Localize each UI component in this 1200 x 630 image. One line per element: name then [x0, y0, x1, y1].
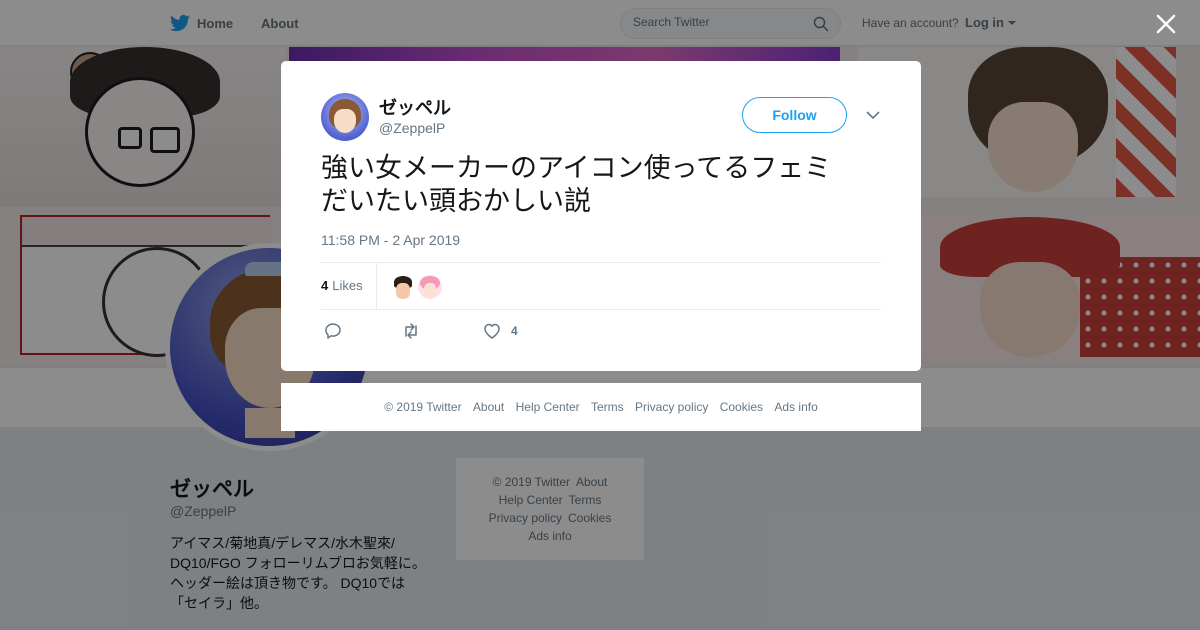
footer-about-link[interactable]: About — [473, 400, 504, 414]
likes-label: Likes — [332, 278, 363, 293]
footer-terms-link[interactable]: Terms — [591, 400, 624, 414]
modal-footer: © 2019 Twitter About Help Center Terms P… — [281, 383, 921, 431]
tweet-text: 強い女メーカーのアイコン使ってるフェミ だいたい頭おかしい説 — [321, 152, 881, 218]
tweet-stats: 4 Likes — [321, 262, 881, 310]
tweet-text-line: だいたい頭おかしい説 — [321, 186, 591, 216]
liker-avatar[interactable] — [418, 275, 442, 299]
close-icon[interactable] — [1154, 12, 1178, 36]
retweet-icon[interactable] — [401, 321, 421, 341]
like-action-count: 4 — [511, 324, 518, 338]
follow-button[interactable]: Follow — [742, 97, 847, 133]
footer-copyright: © 2019 Twitter — [384, 400, 462, 414]
tweet-actions: 4 — [321, 319, 621, 343]
heart-icon[interactable] — [482, 321, 502, 341]
author-avatar[interactable] — [321, 93, 369, 141]
footer-privacy-link[interactable]: Privacy policy — [635, 400, 708, 414]
likes-count: 4 — [321, 278, 329, 293]
tweet-modal: ゼッペル @ZeppelP Follow 強い女メーカーのアイコン使ってるフェミ… — [281, 61, 921, 371]
footer-cookies-link[interactable]: Cookies — [720, 400, 763, 414]
footer-ads-link[interactable]: Ads info — [774, 400, 817, 414]
author-name[interactable]: ゼッペル — [379, 94, 451, 120]
chevron-down-icon[interactable] — [866, 110, 880, 120]
footer-help-link[interactable]: Help Center — [516, 400, 580, 414]
tweet-timestamp[interactable]: 11:58 PM - 2 Apr 2019 — [321, 232, 460, 248]
tweet-text-line: 強い女メーカーのアイコン使ってるフェミ — [321, 153, 832, 183]
reply-icon[interactable] — [323, 321, 343, 341]
likes-stat[interactable]: 4 Likes — [321, 278, 363, 293]
stats-divider — [376, 263, 377, 310]
liker-avatar[interactable] — [391, 275, 415, 299]
author-handle[interactable]: @ZeppelP — [379, 120, 445, 136]
